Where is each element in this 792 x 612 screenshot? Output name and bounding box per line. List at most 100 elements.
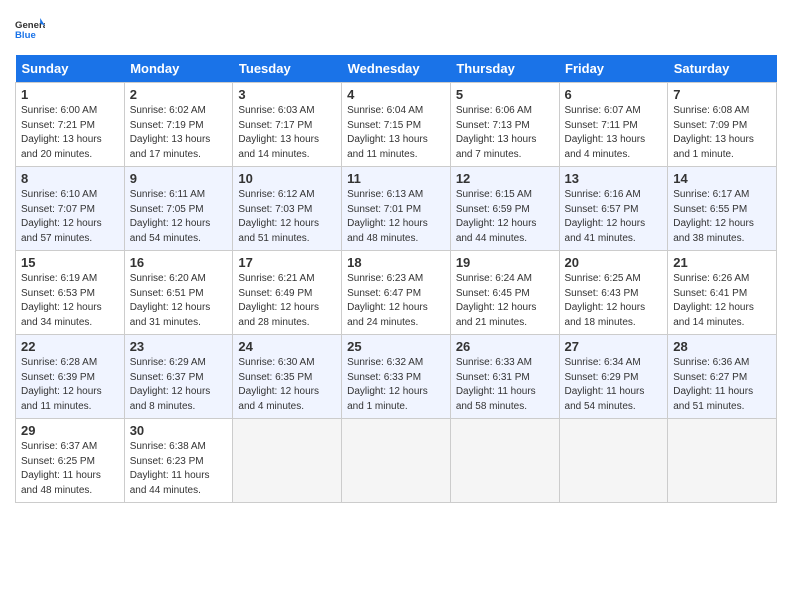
day-number: 12 xyxy=(456,171,554,186)
day-info: Sunrise: 6:20 AM Sunset: 6:51 PM Dayligh… xyxy=(130,272,228,330)
day-info: Sunrise: 6:21 AM Sunset: 6:49 PM Dayligh… xyxy=(238,272,336,330)
table-row xyxy=(450,419,559,503)
day-number: 16 xyxy=(130,255,228,270)
table-row xyxy=(668,419,777,503)
table-row: 14 Sunrise: 6:17 AM Sunset: 6:55 PM Dayl… xyxy=(668,167,777,251)
table-row: 4 Sunrise: 6:04 AM Sunset: 7:15 PM Dayli… xyxy=(342,83,451,167)
day-info: Sunrise: 6:25 AM Sunset: 6:43 PM Dayligh… xyxy=(565,272,663,330)
day-number: 25 xyxy=(347,339,445,354)
table-row: 2 Sunrise: 6:02 AM Sunset: 7:19 PM Dayli… xyxy=(124,83,233,167)
table-row: 17 Sunrise: 6:21 AM Sunset: 6:49 PM Dayl… xyxy=(233,251,342,335)
table-row: 11 Sunrise: 6:13 AM Sunset: 7:01 PM Dayl… xyxy=(342,167,451,251)
col-wednesday: Wednesday xyxy=(342,55,451,83)
svg-text:Blue: Blue xyxy=(15,30,36,41)
calendar-body: 1 Sunrise: 6:00 AM Sunset: 7:21 PM Dayli… xyxy=(16,83,777,503)
day-info: Sunrise: 6:30 AM Sunset: 6:35 PM Dayligh… xyxy=(238,356,336,414)
table-row: 15 Sunrise: 6:19 AM Sunset: 6:53 PM Dayl… xyxy=(16,251,125,335)
day-number: 22 xyxy=(21,339,119,354)
day-info: Sunrise: 6:13 AM Sunset: 7:01 PM Dayligh… xyxy=(347,188,445,246)
day-number: 26 xyxy=(456,339,554,354)
day-number: 28 xyxy=(673,339,771,354)
day-number: 6 xyxy=(565,87,663,102)
table-row: 16 Sunrise: 6:20 AM Sunset: 6:51 PM Dayl… xyxy=(124,251,233,335)
calendar-row: 15 Sunrise: 6:19 AM Sunset: 6:53 PM Dayl… xyxy=(16,251,777,335)
day-number: 2 xyxy=(130,87,228,102)
calendar-table: Sunday Monday Tuesday Wednesday Thursday… xyxy=(15,55,777,503)
table-row: 18 Sunrise: 6:23 AM Sunset: 6:47 PM Dayl… xyxy=(342,251,451,335)
table-row: 19 Sunrise: 6:24 AM Sunset: 6:45 PM Dayl… xyxy=(450,251,559,335)
day-number: 15 xyxy=(21,255,119,270)
table-row: 12 Sunrise: 6:15 AM Sunset: 6:59 PM Dayl… xyxy=(450,167,559,251)
day-number: 10 xyxy=(238,171,336,186)
day-info: Sunrise: 6:36 AM Sunset: 6:27 PM Dayligh… xyxy=(673,356,771,414)
table-row: 29 Sunrise: 6:37 AM Sunset: 6:25 PM Dayl… xyxy=(16,419,125,503)
table-row: 1 Sunrise: 6:00 AM Sunset: 7:21 PM Dayli… xyxy=(16,83,125,167)
col-monday: Monday xyxy=(124,55,233,83)
logo: General Blue xyxy=(15,15,45,45)
day-info: Sunrise: 6:34 AM Sunset: 6:29 PM Dayligh… xyxy=(565,356,663,414)
table-row: 10 Sunrise: 6:12 AM Sunset: 7:03 PM Dayl… xyxy=(233,167,342,251)
table-row: 21 Sunrise: 6:26 AM Sunset: 6:41 PM Dayl… xyxy=(668,251,777,335)
day-info: Sunrise: 6:37 AM Sunset: 6:25 PM Dayligh… xyxy=(21,440,119,498)
table-row xyxy=(233,419,342,503)
table-row: 26 Sunrise: 6:33 AM Sunset: 6:31 PM Dayl… xyxy=(450,335,559,419)
day-info: Sunrise: 6:04 AM Sunset: 7:15 PM Dayligh… xyxy=(347,104,445,162)
day-info: Sunrise: 6:28 AM Sunset: 6:39 PM Dayligh… xyxy=(21,356,119,414)
table-row: 5 Sunrise: 6:06 AM Sunset: 7:13 PM Dayli… xyxy=(450,83,559,167)
day-info: Sunrise: 6:17 AM Sunset: 6:55 PM Dayligh… xyxy=(673,188,771,246)
day-info: Sunrise: 6:06 AM Sunset: 7:13 PM Dayligh… xyxy=(456,104,554,162)
table-row: 8 Sunrise: 6:10 AM Sunset: 7:07 PM Dayli… xyxy=(16,167,125,251)
day-number: 11 xyxy=(347,171,445,186)
day-number: 24 xyxy=(238,339,336,354)
day-number: 4 xyxy=(347,87,445,102)
day-number: 13 xyxy=(565,171,663,186)
day-number: 30 xyxy=(130,423,228,438)
day-info: Sunrise: 6:23 AM Sunset: 6:47 PM Dayligh… xyxy=(347,272,445,330)
day-info: Sunrise: 6:11 AM Sunset: 7:05 PM Dayligh… xyxy=(130,188,228,246)
day-number: 27 xyxy=(565,339,663,354)
col-thursday: Thursday xyxy=(450,55,559,83)
calendar-row: 29 Sunrise: 6:37 AM Sunset: 6:25 PM Dayl… xyxy=(16,419,777,503)
page-header: General Blue xyxy=(15,15,777,45)
table-row: 7 Sunrise: 6:08 AM Sunset: 7:09 PM Dayli… xyxy=(668,83,777,167)
day-info: Sunrise: 6:12 AM Sunset: 7:03 PM Dayligh… xyxy=(238,188,336,246)
table-row: 23 Sunrise: 6:29 AM Sunset: 6:37 PM Dayl… xyxy=(124,335,233,419)
day-info: Sunrise: 6:08 AM Sunset: 7:09 PM Dayligh… xyxy=(673,104,771,162)
table-row: 6 Sunrise: 6:07 AM Sunset: 7:11 PM Dayli… xyxy=(559,83,668,167)
table-row: 9 Sunrise: 6:11 AM Sunset: 7:05 PM Dayli… xyxy=(124,167,233,251)
day-info: Sunrise: 6:26 AM Sunset: 6:41 PM Dayligh… xyxy=(673,272,771,330)
table-row: 22 Sunrise: 6:28 AM Sunset: 6:39 PM Dayl… xyxy=(16,335,125,419)
table-row: 25 Sunrise: 6:32 AM Sunset: 6:33 PM Dayl… xyxy=(342,335,451,419)
day-number: 19 xyxy=(456,255,554,270)
day-info: Sunrise: 6:38 AM Sunset: 6:23 PM Dayligh… xyxy=(130,440,228,498)
calendar-row: 22 Sunrise: 6:28 AM Sunset: 6:39 PM Dayl… xyxy=(16,335,777,419)
day-info: Sunrise: 6:24 AM Sunset: 6:45 PM Dayligh… xyxy=(456,272,554,330)
table-row: 27 Sunrise: 6:34 AM Sunset: 6:29 PM Dayl… xyxy=(559,335,668,419)
col-friday: Friday xyxy=(559,55,668,83)
table-row: 24 Sunrise: 6:30 AM Sunset: 6:35 PM Dayl… xyxy=(233,335,342,419)
day-info: Sunrise: 6:32 AM Sunset: 6:33 PM Dayligh… xyxy=(347,356,445,414)
day-info: Sunrise: 6:33 AM Sunset: 6:31 PM Dayligh… xyxy=(456,356,554,414)
day-number: 8 xyxy=(21,171,119,186)
day-info: Sunrise: 6:19 AM Sunset: 6:53 PM Dayligh… xyxy=(21,272,119,330)
day-number: 9 xyxy=(130,171,228,186)
day-info: Sunrise: 6:00 AM Sunset: 7:21 PM Dayligh… xyxy=(21,104,119,162)
table-row: 28 Sunrise: 6:36 AM Sunset: 6:27 PM Dayl… xyxy=(668,335,777,419)
table-row: 13 Sunrise: 6:16 AM Sunset: 6:57 PM Dayl… xyxy=(559,167,668,251)
day-info: Sunrise: 6:02 AM Sunset: 7:19 PM Dayligh… xyxy=(130,104,228,162)
table-row xyxy=(559,419,668,503)
day-info: Sunrise: 6:03 AM Sunset: 7:17 PM Dayligh… xyxy=(238,104,336,162)
col-saturday: Saturday xyxy=(668,55,777,83)
day-info: Sunrise: 6:29 AM Sunset: 6:37 PM Dayligh… xyxy=(130,356,228,414)
table-row: 30 Sunrise: 6:38 AM Sunset: 6:23 PM Dayl… xyxy=(124,419,233,503)
table-row: 20 Sunrise: 6:25 AM Sunset: 6:43 PM Dayl… xyxy=(559,251,668,335)
day-number: 29 xyxy=(21,423,119,438)
day-number: 3 xyxy=(238,87,336,102)
day-number: 18 xyxy=(347,255,445,270)
logo-icon: General Blue xyxy=(15,15,45,45)
day-number: 20 xyxy=(565,255,663,270)
table-row xyxy=(342,419,451,503)
day-number: 5 xyxy=(456,87,554,102)
day-info: Sunrise: 6:07 AM Sunset: 7:11 PM Dayligh… xyxy=(565,104,663,162)
day-info: Sunrise: 6:16 AM Sunset: 6:57 PM Dayligh… xyxy=(565,188,663,246)
